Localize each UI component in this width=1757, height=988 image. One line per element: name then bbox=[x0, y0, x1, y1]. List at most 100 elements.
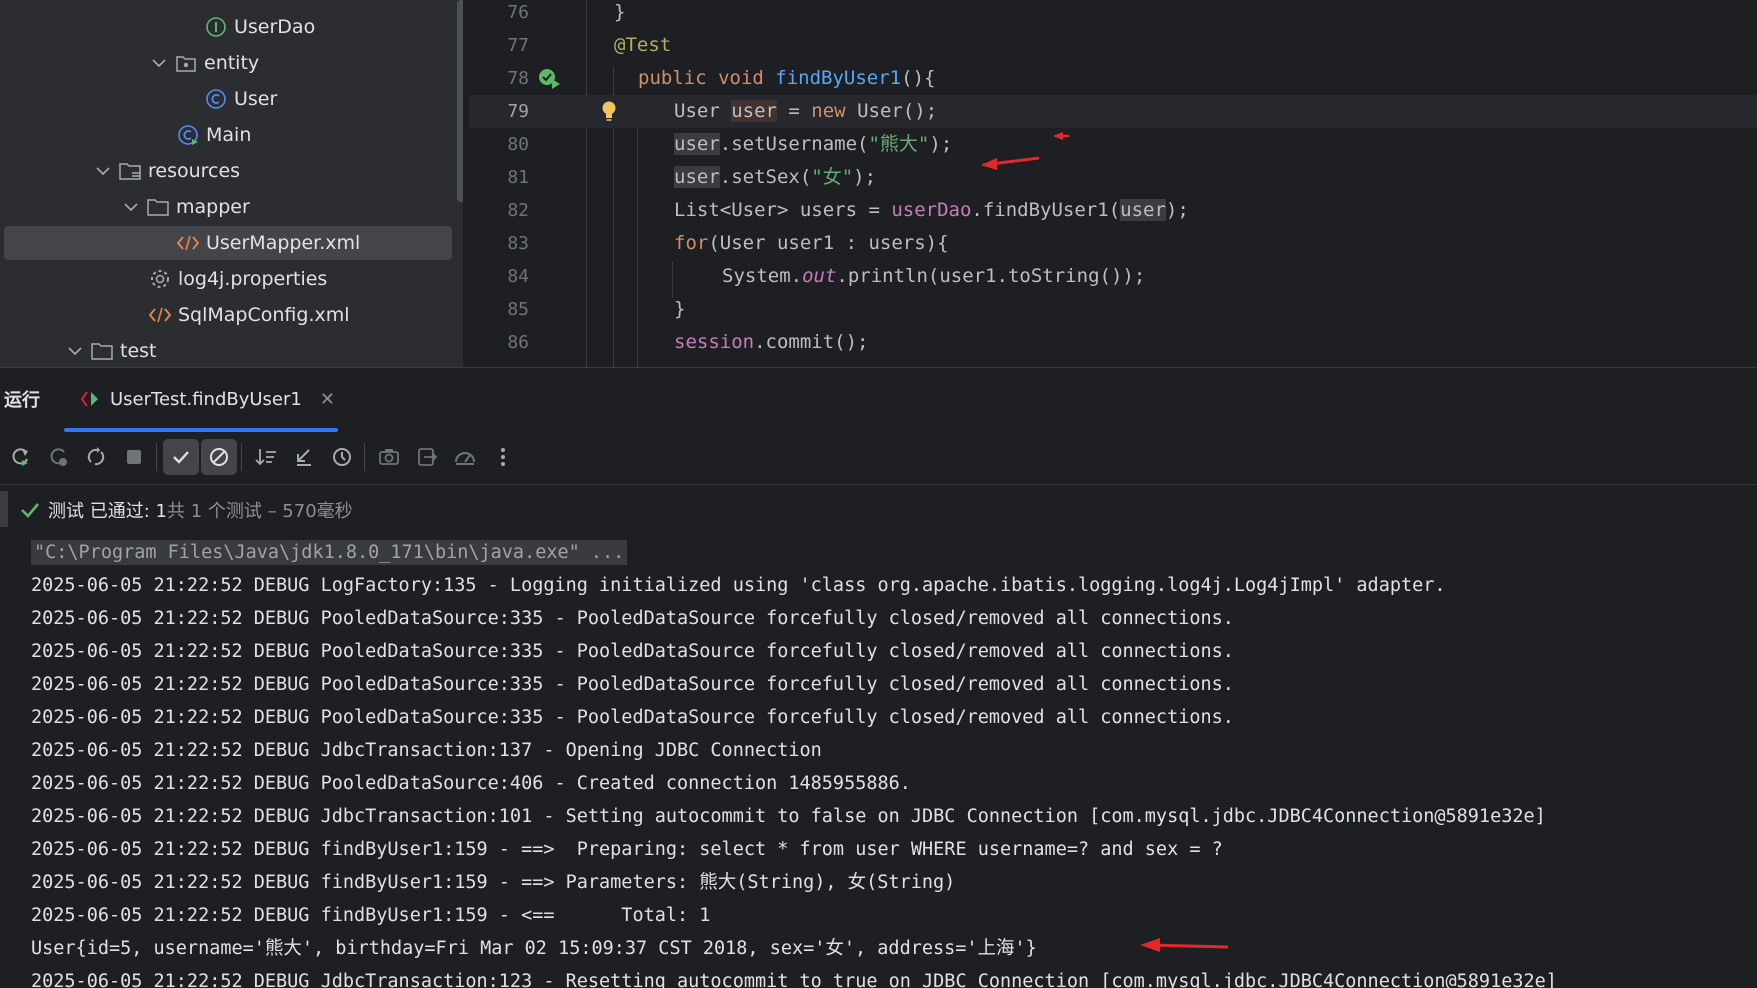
code-text: @Test bbox=[614, 34, 672, 56]
console-line: "C:\Program Files\Java\jdk1.8.0_171\bin\… bbox=[12, 536, 1757, 569]
tree-item-sqlmapconfig-xml[interactable]: SqlMapConfig.xml bbox=[4, 298, 452, 332]
console-line: 2025-06-05 21:22:52 DEBUG PooledDataSour… bbox=[31, 707, 1234, 728]
test-run-icon bbox=[80, 389, 102, 409]
code-text: List<User> users = userDao.findByUser1(u… bbox=[674, 199, 1189, 221]
tree-item-label: UserMapper.xml bbox=[206, 232, 361, 254]
gear-icon bbox=[148, 267, 172, 291]
run-panel: 运行 UserTest.findByUser1 ✕ 测试 已通过: 1 共 1 … bbox=[0, 367, 1757, 988]
test-tree-edge[interactable] bbox=[0, 491, 8, 527]
line-number: 78 bbox=[507, 68, 529, 89]
main-class-icon bbox=[176, 123, 200, 147]
console-line: 2025-06-05 21:22:52 DEBUG JdbcTransactio… bbox=[31, 740, 822, 761]
tree-item-user[interactable]: User bbox=[4, 82, 452, 116]
toolbar-separator bbox=[364, 443, 365, 471]
xml-icon bbox=[148, 303, 172, 327]
console-output[interactable]: "C:\Program Files\Java\jdk1.8.0_171\bin\… bbox=[12, 536, 1757, 988]
rerun-failed-icon[interactable] bbox=[40, 439, 76, 475]
screenshot-icon[interactable] bbox=[371, 439, 407, 475]
line-number: 83 bbox=[507, 233, 529, 254]
package-icon bbox=[174, 51, 198, 75]
code-line-84[interactable]: 84 System.out.println(user1.toString()); bbox=[469, 260, 1757, 293]
code-text: for(User user1 : users){ bbox=[674, 232, 949, 254]
stop-icon[interactable] bbox=[116, 439, 152, 475]
line-number: 77 bbox=[507, 35, 529, 56]
code-line-85[interactable]: 85 } bbox=[469, 293, 1757, 326]
code-line-79[interactable]: 79 User user = new User(); bbox=[469, 95, 1757, 128]
tree-item-label: UserDao bbox=[234, 16, 316, 38]
tree-item-label: User bbox=[234, 88, 278, 110]
code-text: session.commit(); bbox=[674, 331, 869, 353]
tree-item-test[interactable]: test bbox=[4, 334, 452, 367]
code-line-80[interactable]: 80 user.setUsername("熊大"); bbox=[469, 128, 1757, 161]
interface-icon bbox=[204, 15, 228, 39]
run-test-gutter-icon[interactable] bbox=[537, 67, 563, 95]
tab-label: UserTest.findByUser1 bbox=[110, 388, 302, 410]
tree-item-log4j-properties[interactable]: log4j.properties bbox=[4, 262, 452, 296]
test-status-detail: 共 1 个测试 – 570毫秒 bbox=[166, 501, 353, 522]
tree-item-resources[interactable]: resources bbox=[4, 154, 452, 188]
code-text: user.setSex("女"); bbox=[674, 166, 877, 188]
folder-icon bbox=[90, 339, 114, 363]
project-tree: UserDao entity User Main resources mappe… bbox=[0, 0, 463, 367]
code-line-76[interactable]: 76 } bbox=[469, 0, 1757, 29]
console-line: 2025-06-05 21:22:52 DEBUG findByUser1:15… bbox=[31, 872, 956, 893]
console-line: 2025-06-05 21:22:52 DEBUG PooledDataSour… bbox=[31, 608, 1234, 629]
sort-icon[interactable] bbox=[248, 439, 284, 475]
run-panel-title: 运行 bbox=[4, 390, 40, 411]
export-icon[interactable] bbox=[409, 439, 445, 475]
line-number: 82 bbox=[507, 200, 529, 221]
code-line-81[interactable]: 81 user.setSex("女"); bbox=[469, 161, 1757, 194]
code-editor[interactable]: 76 } 77 @Test 78 public void findByUser1… bbox=[469, 0, 1757, 367]
console-line: 2025-06-05 21:22:52 DEBUG LogFactory:135… bbox=[31, 575, 1446, 596]
tree-item-userdao[interactable]: UserDao bbox=[4, 10, 452, 44]
chevron-down-icon[interactable] bbox=[66, 346, 84, 356]
console-line: 2025-06-05 21:22:52 DEBUG PooledDataSour… bbox=[31, 773, 911, 794]
tree-item-label: mapper bbox=[176, 196, 250, 218]
line-number: 76 bbox=[507, 2, 529, 23]
history-icon[interactable] bbox=[324, 439, 360, 475]
line-number: 80 bbox=[507, 134, 529, 155]
console-line: 2025-06-05 21:22:52 DEBUG findByUser1:15… bbox=[31, 905, 711, 926]
coverage-icon[interactable] bbox=[447, 439, 483, 475]
import-tests-icon[interactable] bbox=[286, 439, 322, 475]
class-icon bbox=[204, 87, 228, 111]
rerun-icon[interactable] bbox=[2, 439, 38, 475]
tree-item-label: resources bbox=[148, 160, 241, 182]
test-status-bar: 测试 已通过: 1 共 1 个测试 – 570毫秒 bbox=[0, 485, 1757, 535]
toggle-auto-test-icon[interactable] bbox=[78, 439, 114, 475]
run-tab-bar: 运行 UserTest.findByUser1 ✕ bbox=[0, 368, 1757, 432]
xml-icon bbox=[176, 231, 200, 255]
line-number: 86 bbox=[507, 332, 529, 353]
tree-item-mapper[interactable]: mapper bbox=[4, 190, 452, 224]
code-text: public void findByUser1(){ bbox=[638, 67, 936, 89]
console-line: User{id=5, username='熊大', birthday=Fri M… bbox=[31, 938, 1037, 959]
code-line-83[interactable]: 83 for(User user1 : users){ bbox=[469, 227, 1757, 260]
chevron-down-icon[interactable] bbox=[94, 166, 112, 176]
code-line-86[interactable]: 86 session.commit(); bbox=[469, 326, 1757, 359]
tree-item-usermapper-xml[interactable]: UserMapper.xml bbox=[4, 226, 452, 260]
close-icon[interactable]: ✕ bbox=[320, 389, 335, 410]
tree-item-entity[interactable]: entity bbox=[4, 46, 452, 80]
code-line-78[interactable]: 78 public void findByUser1(){ bbox=[469, 62, 1757, 95]
check-icon bbox=[20, 500, 40, 520]
code-text: System.out.println(user1.toString()); bbox=[722, 265, 1146, 287]
code-text: } bbox=[674, 298, 686, 320]
console-line: 2025-06-05 21:22:52 DEBUG JdbcTransactio… bbox=[31, 806, 1546, 827]
code-line-77[interactable]: 77 @Test bbox=[469, 29, 1757, 62]
line-number: 85 bbox=[507, 299, 529, 320]
more-icon[interactable] bbox=[485, 439, 521, 475]
resources-folder-icon bbox=[118, 159, 142, 183]
tree-item-main[interactable]: Main bbox=[4, 118, 452, 152]
code-line-82[interactable]: 82 List<User> users = userDao.findByUser… bbox=[469, 194, 1757, 227]
tree-item-label: test bbox=[120, 340, 157, 362]
toolbar-separator bbox=[241, 443, 242, 471]
tree-item-label: log4j.properties bbox=[178, 268, 328, 290]
tab-usertest-findbyuser1[interactable]: UserTest.findByUser1 ✕ bbox=[64, 368, 338, 432]
chevron-down-icon[interactable] bbox=[150, 58, 168, 68]
lightbulb-icon[interactable] bbox=[601, 100, 617, 126]
code-text: User user = new User(); bbox=[674, 100, 938, 122]
show-ignored-icon[interactable] bbox=[201, 439, 237, 475]
tree-scrollbar[interactable] bbox=[457, 0, 463, 202]
show-passed-icon[interactable] bbox=[163, 439, 199, 475]
chevron-down-icon[interactable] bbox=[122, 202, 140, 212]
